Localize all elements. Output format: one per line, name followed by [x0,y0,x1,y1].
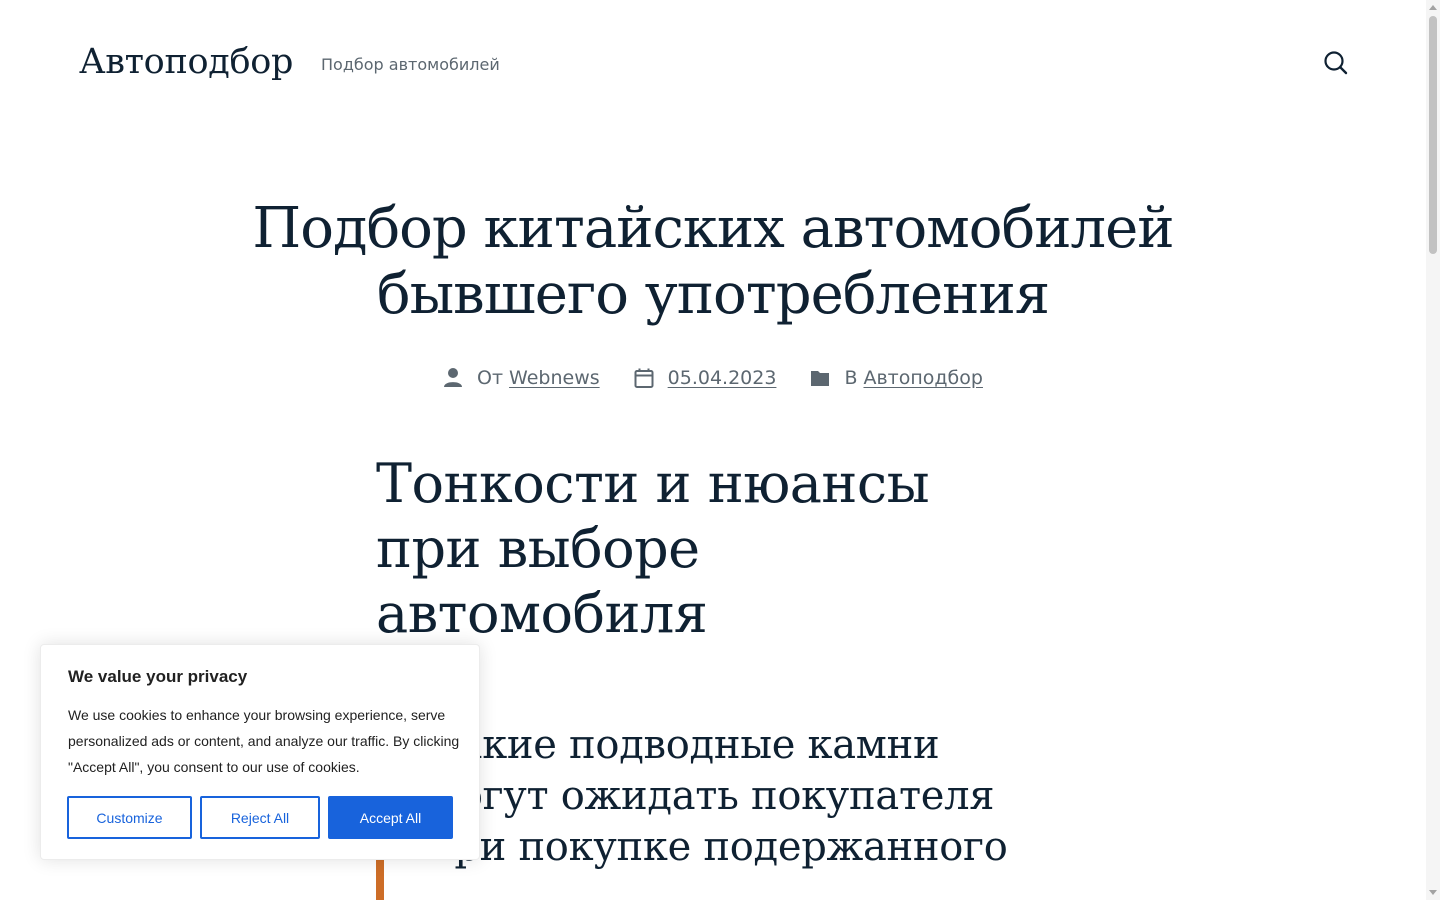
post-meta: От Webnews 05.04.2023 В Автоподбор [0,358,1426,398]
section-heading: Тонкости и нюансы при выборе автомобиля [376,452,930,645]
post-author: От Webnews [443,367,600,389]
post-title: Подбор китайских автомобилей бывшего упо… [252,196,1174,327]
post-date: 05.04.2023 [634,367,777,389]
author-prefix: От [477,367,504,389]
site-title[interactable]: Автоподбор [79,38,293,86]
calendar-icon [634,367,654,389]
reject-all-button[interactable]: Reject All [200,796,320,839]
scroll-up-arrow-icon[interactable] [1429,5,1437,10]
cookie-banner-title: We value your privacy [68,667,248,686]
cookie-consent-banner: We value your privacy We use cookies to … [40,644,480,860]
scroll-down-arrow-icon[interactable] [1429,890,1437,895]
category-link[interactable]: Автоподбор [863,367,982,389]
category-prefix: В [844,367,858,389]
scrollbar-thumb[interactable] [1429,16,1437,254]
search-icon [1324,51,1348,75]
site-header: Автоподбор Подбор автомобилей [0,0,1426,130]
page-scrollbar[interactable] [1426,0,1440,900]
folder-icon [810,368,830,388]
cookie-banner-text: We use cookies to enhance your browsing … [68,707,460,775]
site-tagline: Подбор автомобилей [321,55,500,74]
post-category: В Автоподбор [810,367,983,389]
author-link[interactable]: Webnews [509,367,600,389]
person-icon [443,367,463,389]
subsection-heading: Какие подводные камни могут ожидать поку… [428,722,1008,870]
customize-button[interactable]: Customize [67,796,192,839]
search-button[interactable] [1319,46,1353,80]
blockquote-border [376,858,384,900]
date-link[interactable]: 05.04.2023 [668,367,777,389]
accept-all-button[interactable]: Accept All [328,796,453,839]
